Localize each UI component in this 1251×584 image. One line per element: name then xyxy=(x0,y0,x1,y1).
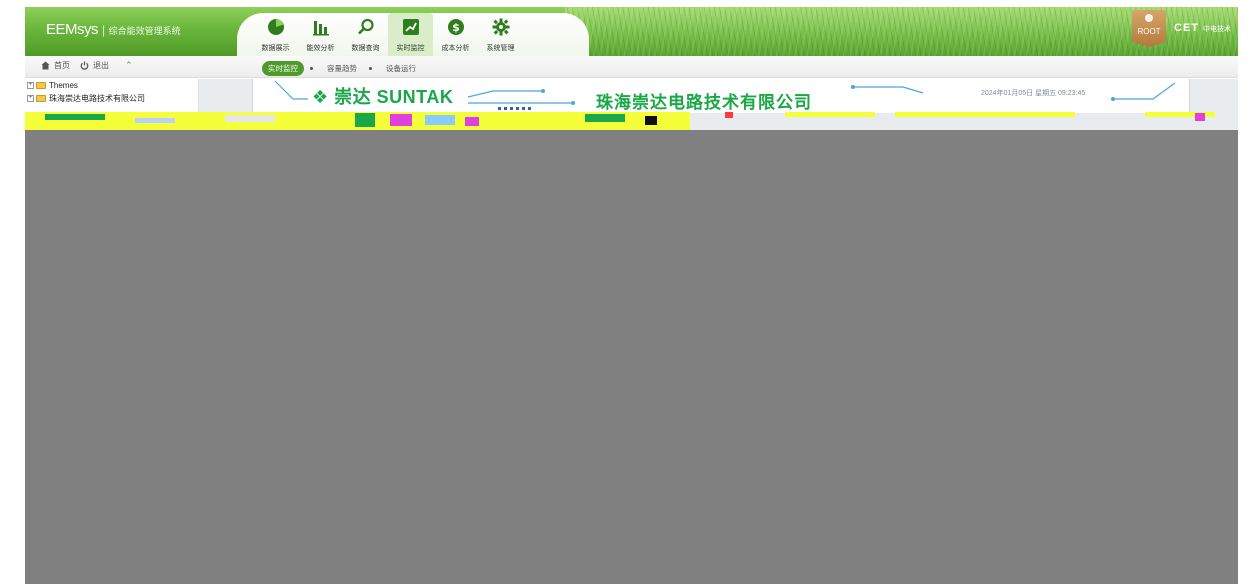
logout-label: 退出 xyxy=(93,61,109,70)
pie-chart-icon xyxy=(266,17,286,37)
suntak-mark-icon: ❖ xyxy=(312,87,329,107)
subtabs: 实时监控 容量趋势 设备运行 xyxy=(262,61,428,76)
app-name: EEMsys xyxy=(46,21,99,38)
app-window: EEMsys | 综合能效管理系统 数据展示 能效分析 数据查询 实时监控 $ … xyxy=(25,7,1238,584)
nav-label: 能效分析 xyxy=(306,45,335,52)
toolbar-left: 首页 退出 ⌃ xyxy=(41,60,133,71)
brand-cn: 中电技术 xyxy=(1203,26,1231,33)
brand-logo: CET 中电技术 xyxy=(1174,22,1231,34)
tree-item-company[interactable]: + 珠海崇达电路技术有限公司 xyxy=(25,92,198,105)
subtab-equipment-run[interactable]: 设备运行 xyxy=(380,61,422,76)
dollar-icon: $ xyxy=(446,17,466,37)
power-icon xyxy=(80,61,89,70)
nav-label: 实时监控 xyxy=(396,45,425,52)
tree-item-label: 珠海崇达电路技术有限公司 xyxy=(49,94,145,103)
user-icon xyxy=(1145,14,1153,22)
nav-label: 数据展示 xyxy=(261,45,290,52)
expand-icon[interactable]: + xyxy=(27,82,34,89)
suntak-logo-text: 崇达 SUNTAK xyxy=(334,87,454,107)
company-banner: ❖ 崇达 SUNTAK 珠海崇达电路技术有限公司 2024年01月05日 星期五… xyxy=(252,79,1190,113)
logout-button[interactable]: 退出 xyxy=(80,60,109,71)
nav-efficiency-analysis[interactable]: 能效分析 xyxy=(298,13,343,56)
home-label: 首页 xyxy=(54,61,70,70)
header-bar: EEMsys | 综合能效管理系统 数据展示 能效分析 数据查询 实时监控 $ … xyxy=(25,7,1238,56)
logo-separator: | xyxy=(102,23,105,37)
date-time: 2024年01月05日 星期五 09:23:45 xyxy=(981,90,1086,97)
subtab-capacity-trend[interactable]: 容量趋势 xyxy=(321,61,363,76)
nav-realtime-monitor[interactable]: 实时监控 xyxy=(388,13,433,56)
app-logo: EEMsys | 综合能效管理系统 xyxy=(46,21,181,38)
home-icon xyxy=(41,61,50,70)
app-subtitle: 综合能效管理系统 xyxy=(108,26,181,36)
main-nav: 数据展示 能效分析 数据查询 实时监控 $ 成本分析 系统管理 xyxy=(237,13,589,56)
nav-label: 数据查询 xyxy=(351,45,380,52)
subtab-separator xyxy=(369,67,372,70)
subtab-realtime[interactable]: 实时监控 xyxy=(262,61,304,76)
tree-item-label: Themes xyxy=(49,81,78,90)
nav-cost-analysis[interactable]: $ 成本分析 xyxy=(433,13,478,56)
suntak-logo: ❖ 崇达 SUNTAK xyxy=(312,83,453,109)
nav-data-query[interactable]: 数据查询 xyxy=(343,13,388,56)
nav-data-display[interactable]: 数据展示 xyxy=(253,13,298,56)
nav-label: 成本分析 xyxy=(441,45,470,52)
brand-text: CET xyxy=(1174,22,1199,34)
nav-system-management[interactable]: 系统管理 xyxy=(478,13,523,56)
subtab-separator xyxy=(310,67,313,70)
folder-icon xyxy=(36,95,46,102)
collapse-up-icon[interactable]: ⌃ xyxy=(125,60,133,71)
folder-icon xyxy=(36,82,46,89)
gear-icon xyxy=(491,17,511,37)
search-icon xyxy=(356,17,376,37)
svg-text:$: $ xyxy=(452,21,460,34)
render-glitch-stripe xyxy=(25,112,1238,130)
user-name: ROOT xyxy=(1137,27,1161,36)
expand-icon[interactable]: + xyxy=(27,95,34,102)
toolbar: 首页 退出 ⌃ 实时监控 容量趋势 设备运行 xyxy=(25,56,1238,78)
tree-item-themes[interactable]: + Themes xyxy=(25,79,198,92)
user-badge[interactable]: ROOT xyxy=(1132,10,1166,47)
line-chart-icon xyxy=(401,17,421,37)
gray-overlay xyxy=(25,130,1238,584)
company-title: 珠海崇达电路技术有限公司 xyxy=(596,93,812,112)
home-button[interactable]: 首页 xyxy=(41,60,70,71)
bar-chart-icon xyxy=(311,17,331,37)
nav-label: 系统管理 xyxy=(486,45,515,52)
